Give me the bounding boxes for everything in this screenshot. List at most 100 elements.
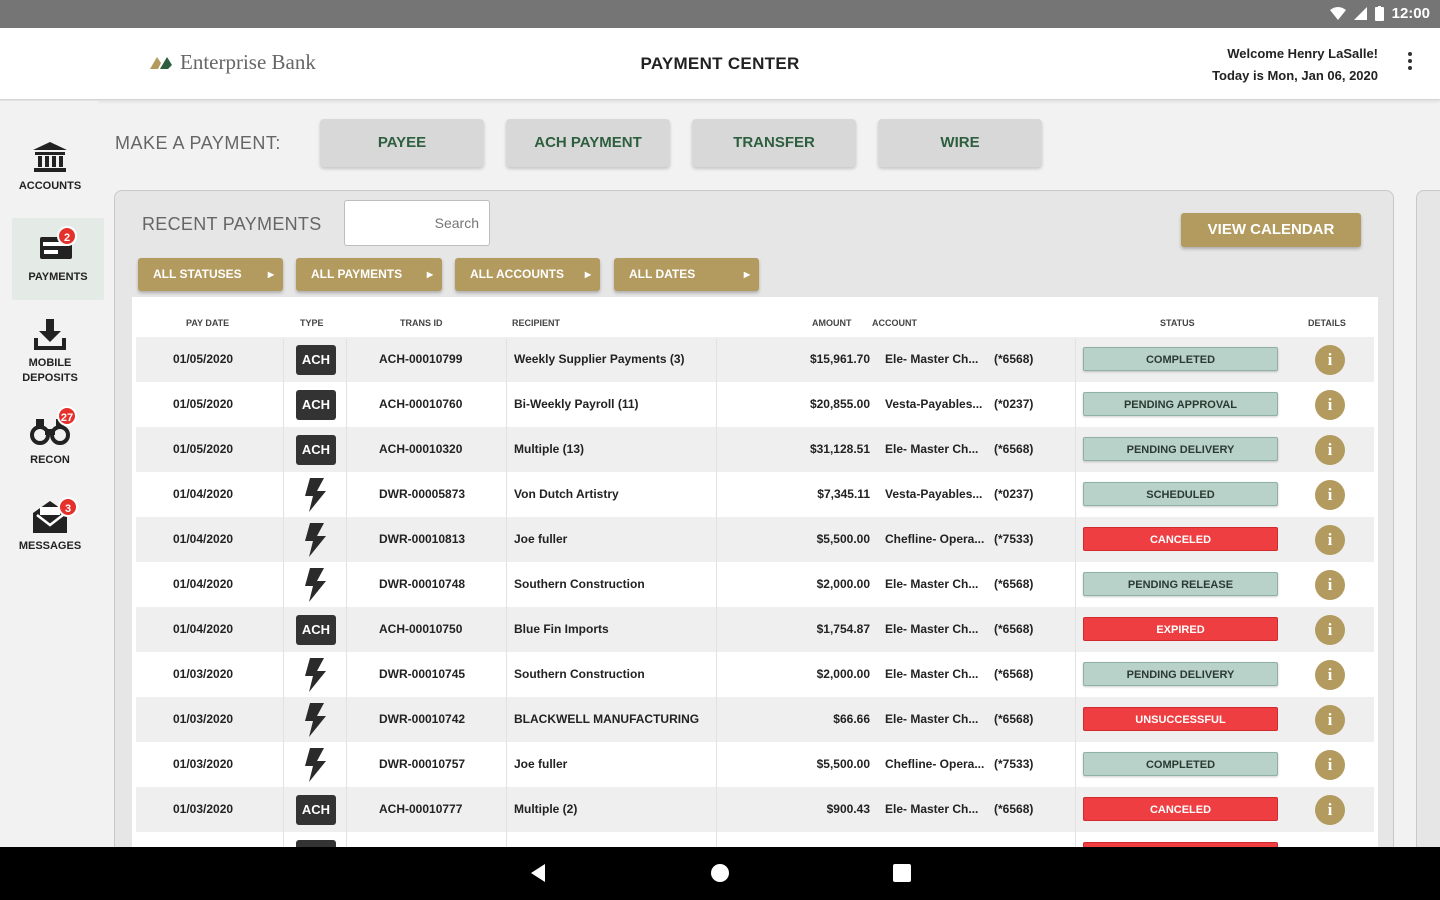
table-row[interactable]: 01/03/2020 DWR-00010757 Joe fuller $5,50… xyxy=(136,742,1374,787)
account-number: (*6568) xyxy=(994,712,1034,726)
clock: 12:00 xyxy=(1391,5,1430,22)
table-row[interactable]: 01/05/2020 ACH ACH-00010799 Weekly Suppl… xyxy=(136,337,1374,382)
trans-id: DWR-00010742 xyxy=(379,712,466,726)
info-icon[interactable]: i xyxy=(1315,480,1345,510)
table-row[interactable]: 01/05/2020 ACH ACH-00010760 Bi-Weekly Pa… xyxy=(136,382,1374,427)
column-header[interactable]: TRANS ID xyxy=(400,318,443,328)
sidebar-nav: ACCOUNTS PAYMENTS 2 MOBILE DEPOSITS RECO… xyxy=(0,101,104,847)
trans-id: ACH-00010320 xyxy=(379,442,463,456)
sidebar-item-recon[interactable]: RECON 27 xyxy=(4,406,96,471)
table-row[interactable]: 01/03/2020 DWR-00010742 BLACKWELL MANUFA… xyxy=(136,697,1374,742)
column-header[interactable]: ACCOUNT xyxy=(872,318,917,328)
info-icon[interactable]: i xyxy=(1315,615,1345,645)
ach-type-badge: ACH xyxy=(296,615,336,645)
sidebar-item-label: ACCOUNTS xyxy=(18,180,82,192)
account-name: Ele- Master Ch... xyxy=(885,577,979,591)
account-number: (*6568) xyxy=(994,442,1034,456)
ach-payment-button[interactable]: ACH PAYMENT xyxy=(506,119,670,167)
table-row[interactable]: 01/04/2020 DWR-00010748 Southern Constru… xyxy=(136,562,1374,607)
table-header: PAY DATE TYPE TRANS ID RECIPIENT AMOUNT … xyxy=(132,297,1378,337)
info-icon[interactable]: i xyxy=(1315,570,1345,600)
account-name: Ele- Master Ch... xyxy=(885,667,979,681)
sidebar-item-messages[interactable]: MESSAGES 3 xyxy=(4,497,96,559)
account-name: Ele- Master Ch... xyxy=(885,622,979,636)
filter-statuses[interactable]: ALL STATUSES ▶ xyxy=(138,258,283,291)
system-nav-bar xyxy=(0,847,1440,900)
table-row[interactable]: 01/05/2020 ACH ACH-00010320 Multiple (13… xyxy=(136,427,1374,472)
back-icon[interactable] xyxy=(528,863,548,883)
ach-type-badge: ACH xyxy=(296,345,336,375)
trans-id: ACH-00010777 xyxy=(379,802,463,816)
column-divider xyxy=(716,339,717,847)
notification-badge: 27 xyxy=(57,406,77,426)
amount: $900.43 xyxy=(826,802,870,816)
info-icon[interactable]: i xyxy=(1315,660,1345,690)
pay-date: 01/03/2020 xyxy=(173,757,234,771)
recipient: Multiple (13) xyxy=(514,442,585,456)
system-status-bar: 12:00 xyxy=(0,0,1440,28)
table-row[interactable]: 01/04/2020 DWR-00005873 Von Dutch Artist… xyxy=(136,472,1374,517)
secondary-panel xyxy=(1416,190,1440,870)
info-icon[interactable]: i xyxy=(1315,435,1345,465)
column-header[interactable]: DETAILS xyxy=(1308,318,1346,328)
status-badge: COMPLETED xyxy=(1083,347,1278,371)
amount: $20,855.00 xyxy=(809,397,870,411)
account-number: (*0237) xyxy=(994,487,1034,501)
filter-dates[interactable]: ALL DATES ▶ xyxy=(614,258,759,291)
info-icon[interactable]: i xyxy=(1315,345,1345,375)
bank-icon xyxy=(33,142,67,172)
trans-id: DWR-00010748 xyxy=(379,577,466,591)
overflow-menu-icon[interactable] xyxy=(1406,52,1414,70)
app-header: Enterprise Bank PAYMENT CENTER Welcome H… xyxy=(0,28,1440,100)
sidebar-item-label: MOBILE DEPOSITS xyxy=(22,357,78,384)
recipient: BLACKWELL MANUFACTURING xyxy=(514,712,700,726)
account-number: (*6568) xyxy=(994,352,1034,366)
info-icon[interactable]: i xyxy=(1315,525,1345,555)
home-icon[interactable] xyxy=(710,863,730,883)
filter-label: ALL ACCOUNTS xyxy=(470,267,564,281)
sidebar-item-accounts[interactable]: ACCOUNTS xyxy=(4,141,96,201)
table-row[interactable]: 01/04/2020 ACH ACH-00010750 Blue Fin Imp… xyxy=(136,607,1374,652)
table-row[interactable]: 01/03/2020 DWR-00010745 Southern Constru… xyxy=(136,652,1374,697)
table-row[interactable]: 01/04/2020 DWR-00010813 Joe fuller $5,50… xyxy=(136,517,1374,562)
recipient: Blue Fin Imports xyxy=(514,622,609,636)
amount: $2,000.00 xyxy=(816,577,870,591)
sidebar-item-payments[interactable]: PAYMENTS 2 xyxy=(12,218,104,300)
wire-bolt-icon xyxy=(305,703,326,737)
search-input[interactable] xyxy=(344,200,490,246)
pay-date: 01/05/2020 xyxy=(173,397,234,411)
download-icon xyxy=(34,319,66,350)
account-number: (*6568) xyxy=(994,802,1034,816)
payee-button[interactable]: PAYEE xyxy=(320,119,484,167)
status-badge: SCHEDULED xyxy=(1083,482,1278,506)
info-icon[interactable]: i xyxy=(1315,795,1345,825)
wire-bolt-icon xyxy=(305,478,326,512)
welcome-block: Welcome Henry LaSalle! Today is Mon, Jan… xyxy=(1212,43,1378,87)
info-icon[interactable]: i xyxy=(1315,750,1345,780)
column-header[interactable]: STATUS xyxy=(1160,318,1195,328)
trans-id: DWR-00005873 xyxy=(379,487,466,501)
column-header[interactable]: PAY DATE xyxy=(186,318,229,328)
view-calendar-button[interactable]: VIEW CALENDAR xyxy=(1181,213,1361,247)
column-divider xyxy=(283,339,284,847)
recent-payments-title: RECENT PAYMENTS xyxy=(142,214,322,234)
table-row-partial[interactable] xyxy=(136,832,1374,847)
column-header[interactable]: RECIPIENT xyxy=(512,318,560,328)
column-header[interactable]: TYPE xyxy=(300,318,324,328)
info-icon[interactable]: i xyxy=(1315,705,1345,735)
transfer-button[interactable]: TRANSFER xyxy=(692,119,856,167)
sidebar-item-mobile-deposits[interactable]: MOBILE DEPOSITS xyxy=(4,318,96,388)
table-row[interactable]: 01/03/2020 ACH ACH-00010777 Multiple (2)… xyxy=(136,787,1374,832)
pay-date: 01/04/2020 xyxy=(173,577,234,591)
pay-date: 01/05/2020 xyxy=(173,352,234,366)
amount: $5,500.00 xyxy=(816,532,870,546)
filter-accounts[interactable]: ALL ACCOUNTS ▶ xyxy=(455,258,600,291)
column-divider xyxy=(1075,339,1076,847)
wire-button[interactable]: WIRE xyxy=(878,119,1042,167)
amount: $31,128.51 xyxy=(809,442,870,456)
info-icon[interactable]: i xyxy=(1315,390,1345,420)
column-header[interactable]: AMOUNT xyxy=(812,318,852,328)
recipient: Bi-Weekly Payroll (11) xyxy=(514,397,639,411)
recents-icon[interactable] xyxy=(893,864,911,882)
filter-payments[interactable]: ALL PAYMENTS ▶ xyxy=(296,258,442,291)
